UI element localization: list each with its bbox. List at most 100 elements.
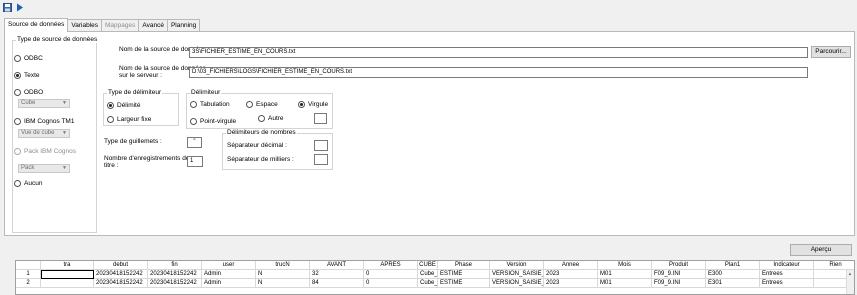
radio-comma[interactable]: Virgule: [298, 101, 328, 108]
other-delimiter-input[interactable]: [314, 113, 327, 124]
radio-texte-circle[interactable]: [14, 72, 21, 79]
radio-odbc[interactable]: ODBC: [14, 55, 43, 62]
table-cell[interactable]: 20230418152242: [94, 279, 148, 288]
column-header[interactable]: user: [202, 261, 256, 270]
save-icon[interactable]: [2, 2, 13, 13]
column-header[interactable]: Indicateur: [760, 261, 814, 270]
radio-aucun-circle[interactable]: [14, 180, 21, 187]
radio-pack[interactable]: Pack IBM Cognos: [14, 148, 76, 155]
table-cell[interactable]: M01: [598, 270, 652, 279]
column-header[interactable]: Version: [490, 261, 544, 270]
grid-header: tra debut fin user trucN AVANT APRES CUB…: [16, 261, 854, 270]
column-header[interactable]: AVANT: [310, 261, 364, 270]
radio-other-circle[interactable]: [258, 115, 265, 122]
table-cell[interactable]: Cube_C: [418, 279, 438, 288]
table-cell[interactable]: F09_9.INI: [652, 279, 706, 288]
column-header[interactable]: Annee: [544, 261, 598, 270]
tab-source-de-donnees[interactable]: Source de données: [4, 18, 69, 32]
radio-space-circle[interactable]: [246, 101, 253, 108]
table-cell[interactable]: E301: [706, 279, 760, 288]
column-header[interactable]: tra: [41, 261, 94, 270]
radio-texte[interactable]: Texte: [14, 72, 40, 79]
tm1-view-select[interactable]: Vue de cube ▼: [18, 129, 70, 138]
header-records-input[interactable]: 1: [187, 156, 203, 167]
column-header[interactable]: Mois: [598, 261, 652, 270]
column-header[interactable]: CUBE: [418, 261, 438, 270]
table-cell[interactable]: [41, 270, 94, 279]
table-cell[interactable]: 2023: [544, 270, 598, 279]
column-header[interactable]: trucN: [256, 261, 310, 270]
table-cell[interactable]: VERSION_SAISIE_I: [490, 270, 544, 279]
radio-aucun[interactable]: Aucun: [14, 180, 42, 187]
table-cell[interactable]: Cube_C: [418, 270, 438, 279]
row-number[interactable]: 1: [16, 270, 41, 279]
column-header[interactable]: Phase: [438, 261, 490, 270]
table-cell[interactable]: 20230418152242: [148, 270, 202, 279]
table-cell[interactable]: [41, 279, 94, 288]
preview-grid: tra debut fin user trucN AVANT APRES CUB…: [15, 260, 855, 295]
odbo-cube-select[interactable]: Cube ▼: [18, 99, 70, 108]
delimiter-title: Délimiteur: [190, 89, 222, 96]
thousands-separator-input[interactable]: [314, 154, 328, 165]
radio-tm1[interactable]: IBM Cognos TM1: [14, 118, 74, 125]
tm1-view-value: Vue de cube: [21, 130, 55, 136]
radio-semicolon[interactable]: Point-virgule: [190, 118, 236, 125]
table-cell[interactable]: F09_9.INI: [652, 270, 706, 279]
column-header[interactable]: fin: [148, 261, 202, 270]
chevron-down-icon: ▼: [62, 165, 67, 171]
table-cell[interactable]: Admin: [202, 279, 256, 288]
radio-fixed-width[interactable]: Largeur fixe: [107, 116, 151, 123]
vertical-scrollbar[interactable]: ▲: [846, 270, 854, 294]
table-cell[interactable]: 0: [364, 270, 418, 279]
table-cell[interactable]: 2023: [544, 279, 598, 288]
table-cell[interactable]: ESTIME: [438, 279, 490, 288]
play-icon[interactable]: [14, 2, 25, 13]
radio-odbo[interactable]: ODBO: [14, 89, 43, 96]
column-header[interactable]: APRES: [364, 261, 418, 270]
decimal-separator-input[interactable]: [314, 140, 328, 151]
number-delimiters-title: Délimiteurs de nombres: [226, 129, 297, 136]
table-row[interactable]: 1 20230418152242 20230418152242 Admin N …: [16, 270, 854, 279]
radio-delimited-circle[interactable]: [107, 102, 114, 109]
radio-other[interactable]: Autre: [258, 115, 284, 122]
table-cell[interactable]: 0: [364, 279, 418, 288]
radio-space[interactable]: Espace: [246, 101, 278, 108]
radio-odbo-circle[interactable]: [14, 89, 21, 96]
preview-button[interactable]: Aperçu: [790, 244, 852, 256]
radio-delimited[interactable]: Délimité: [107, 102, 140, 109]
browse-button[interactable]: Parcourir...: [811, 46, 851, 58]
table-cell[interactable]: VERSION_SAISIE_I: [490, 279, 544, 288]
table-row[interactable]: 2 20230418152242 20230418152242 Admin N …: [16, 279, 854, 288]
radio-tab[interactable]: Tabulation: [190, 101, 230, 108]
radio-fixed-width-label: Largeur fixe: [117, 116, 152, 123]
table-cell[interactable]: Admin: [202, 270, 256, 279]
column-header[interactable]: Plan1: [706, 261, 760, 270]
radio-odbc-circle[interactable]: [14, 55, 21, 62]
quotes-input[interactable]: ": [187, 137, 202, 148]
scroll-up-icon[interactable]: ▲: [848, 271, 852, 276]
pack-select[interactable]: Pack ▼: [18, 164, 70, 173]
radio-tm1-circle[interactable]: [14, 118, 21, 125]
table-cell[interactable]: ESTIME: [438, 270, 490, 279]
table-cell[interactable]: N: [256, 279, 310, 288]
table-cell[interactable]: N: [256, 270, 310, 279]
table-cell[interactable]: Entrees: [760, 270, 814, 279]
radio-semicolon-circle[interactable]: [190, 118, 197, 125]
column-header[interactable]: debut: [94, 261, 148, 270]
table-cell[interactable]: E300: [706, 270, 760, 279]
radio-tab-circle[interactable]: [190, 101, 197, 108]
table-cell[interactable]: 32: [310, 270, 364, 279]
table-cell[interactable]: 20230418152242: [148, 279, 202, 288]
radio-fixed-width-circle[interactable]: [107, 116, 114, 123]
table-cell[interactable]: 84: [310, 279, 364, 288]
row-number[interactable]: 2: [16, 279, 41, 288]
column-header[interactable]: Rien: [814, 261, 854, 270]
table-cell[interactable]: M01: [598, 279, 652, 288]
table-cell[interactable]: 20230418152242: [94, 270, 148, 279]
source-name-input[interactable]: 3S\FICHIER_ESTIME_EN_COURS.txt: [189, 47, 808, 58]
column-header[interactable]: Produit: [652, 261, 706, 270]
server-source-input[interactable]: D:\03_FICHIERS\LOGS\FICHIER_ESTIME_EN_CO…: [189, 67, 808, 78]
table-cell[interactable]: Entrees: [760, 279, 814, 288]
radio-comma-circle[interactable]: [298, 101, 305, 108]
radio-pack-circle[interactable]: [14, 148, 21, 155]
